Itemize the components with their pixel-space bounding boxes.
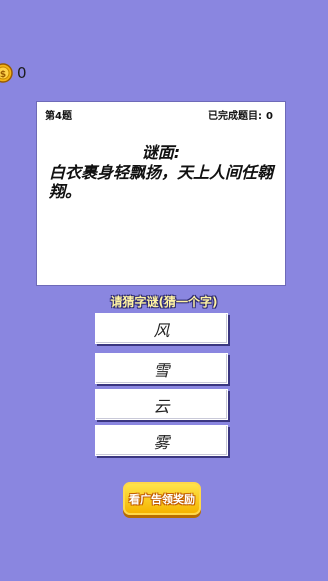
riddle-heading: 谜面: — [141, 143, 181, 162]
answer-option-2[interactable]: 雪 — [95, 353, 228, 384]
coin-count: 0 — [17, 64, 27, 82]
coin-counter: $ 0 — [0, 62, 27, 84]
answer-option-3[interactable]: 云 — [95, 389, 228, 420]
svg-text:$: $ — [0, 70, 6, 80]
game-screen: $ 0 第4题 已完成题目: 0 谜面: 白衣裹身轻飘扬，天上人间任翱翔。 请猜字… — [0, 0, 328, 581]
watch-ad-reward-button[interactable]: 看广告领奖励 — [123, 482, 201, 515]
completed-count: 0 — [266, 111, 273, 122]
completed-counter: 已完成题目: 0 — [208, 107, 273, 122]
gold-coin-icon: $ — [0, 63, 14, 83]
answer-option-1[interactable]: 风 — [95, 313, 228, 344]
riddle-card: 第4题 已完成题目: 0 谜面: 白衣裹身轻飘扬，天上人间任翱翔。 — [36, 101, 286, 286]
answer-option-4[interactable]: 雾 — [95, 425, 228, 456]
completed-label: 已完成题目: — [208, 111, 263, 122]
guess-prompt: 请猜字谜(猜一个字) — [110, 295, 218, 309]
riddle-text: 白衣裹身轻飘扬，天上人间任翱翔。 — [49, 163, 274, 201]
level-number: 第4题 — [45, 111, 72, 122]
